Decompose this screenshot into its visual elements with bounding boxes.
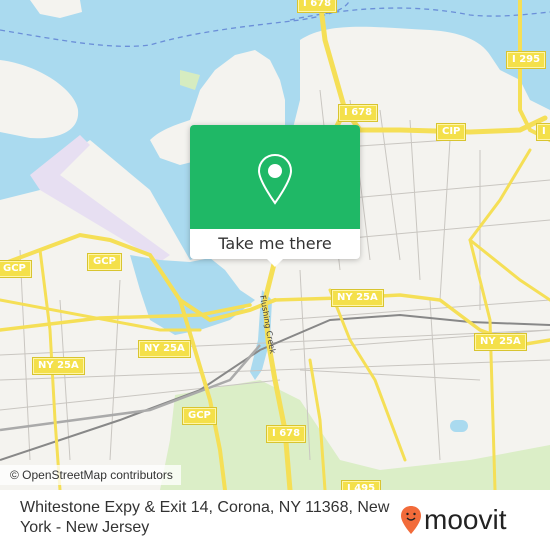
moovit-pin-icon [401,506,421,534]
highway-shield-ny25a: NY 25A [331,289,384,307]
popup-header [190,125,360,229]
highway-shield-gcp: GCP [0,260,32,278]
highway-shield-gcp: GCP [182,407,217,425]
highway-shield-cip: CIP [435,123,467,141]
moovit-logo[interactable]: moovit [400,502,506,538]
moovit-wordmark: moovit [424,504,507,535]
highway-shield-i678: I 678 [337,104,379,122]
highway-shield-ny25a: NY 25A [138,340,191,358]
highway-shield-gcp: GCP [87,253,122,271]
map-pin-icon [257,153,293,205]
highway-shield-i678: I 678 [265,425,307,443]
popup-pointer [267,259,283,267]
take-me-there-button[interactable]: Take me there [190,229,360,259]
pond [450,420,468,432]
address-text: Whitestone Expy & Exit 14, Corona, NY 11… [20,499,390,536]
highway-shield-i295: I 295 [505,51,547,69]
highway-shield-ny25a: NY 25A [474,333,527,351]
map-attribution[interactable]: © OpenStreetMap contributors [0,465,181,485]
highway-shield-i: I [536,123,550,141]
footer-bar: Whitestone Expy & Exit 14, Corona, NY 11… [0,490,550,550]
highway-shield-i678: I 678 [296,0,338,13]
highway-shield-ny25a: NY 25A [32,357,85,375]
location-popup: Take me there [190,125,360,259]
